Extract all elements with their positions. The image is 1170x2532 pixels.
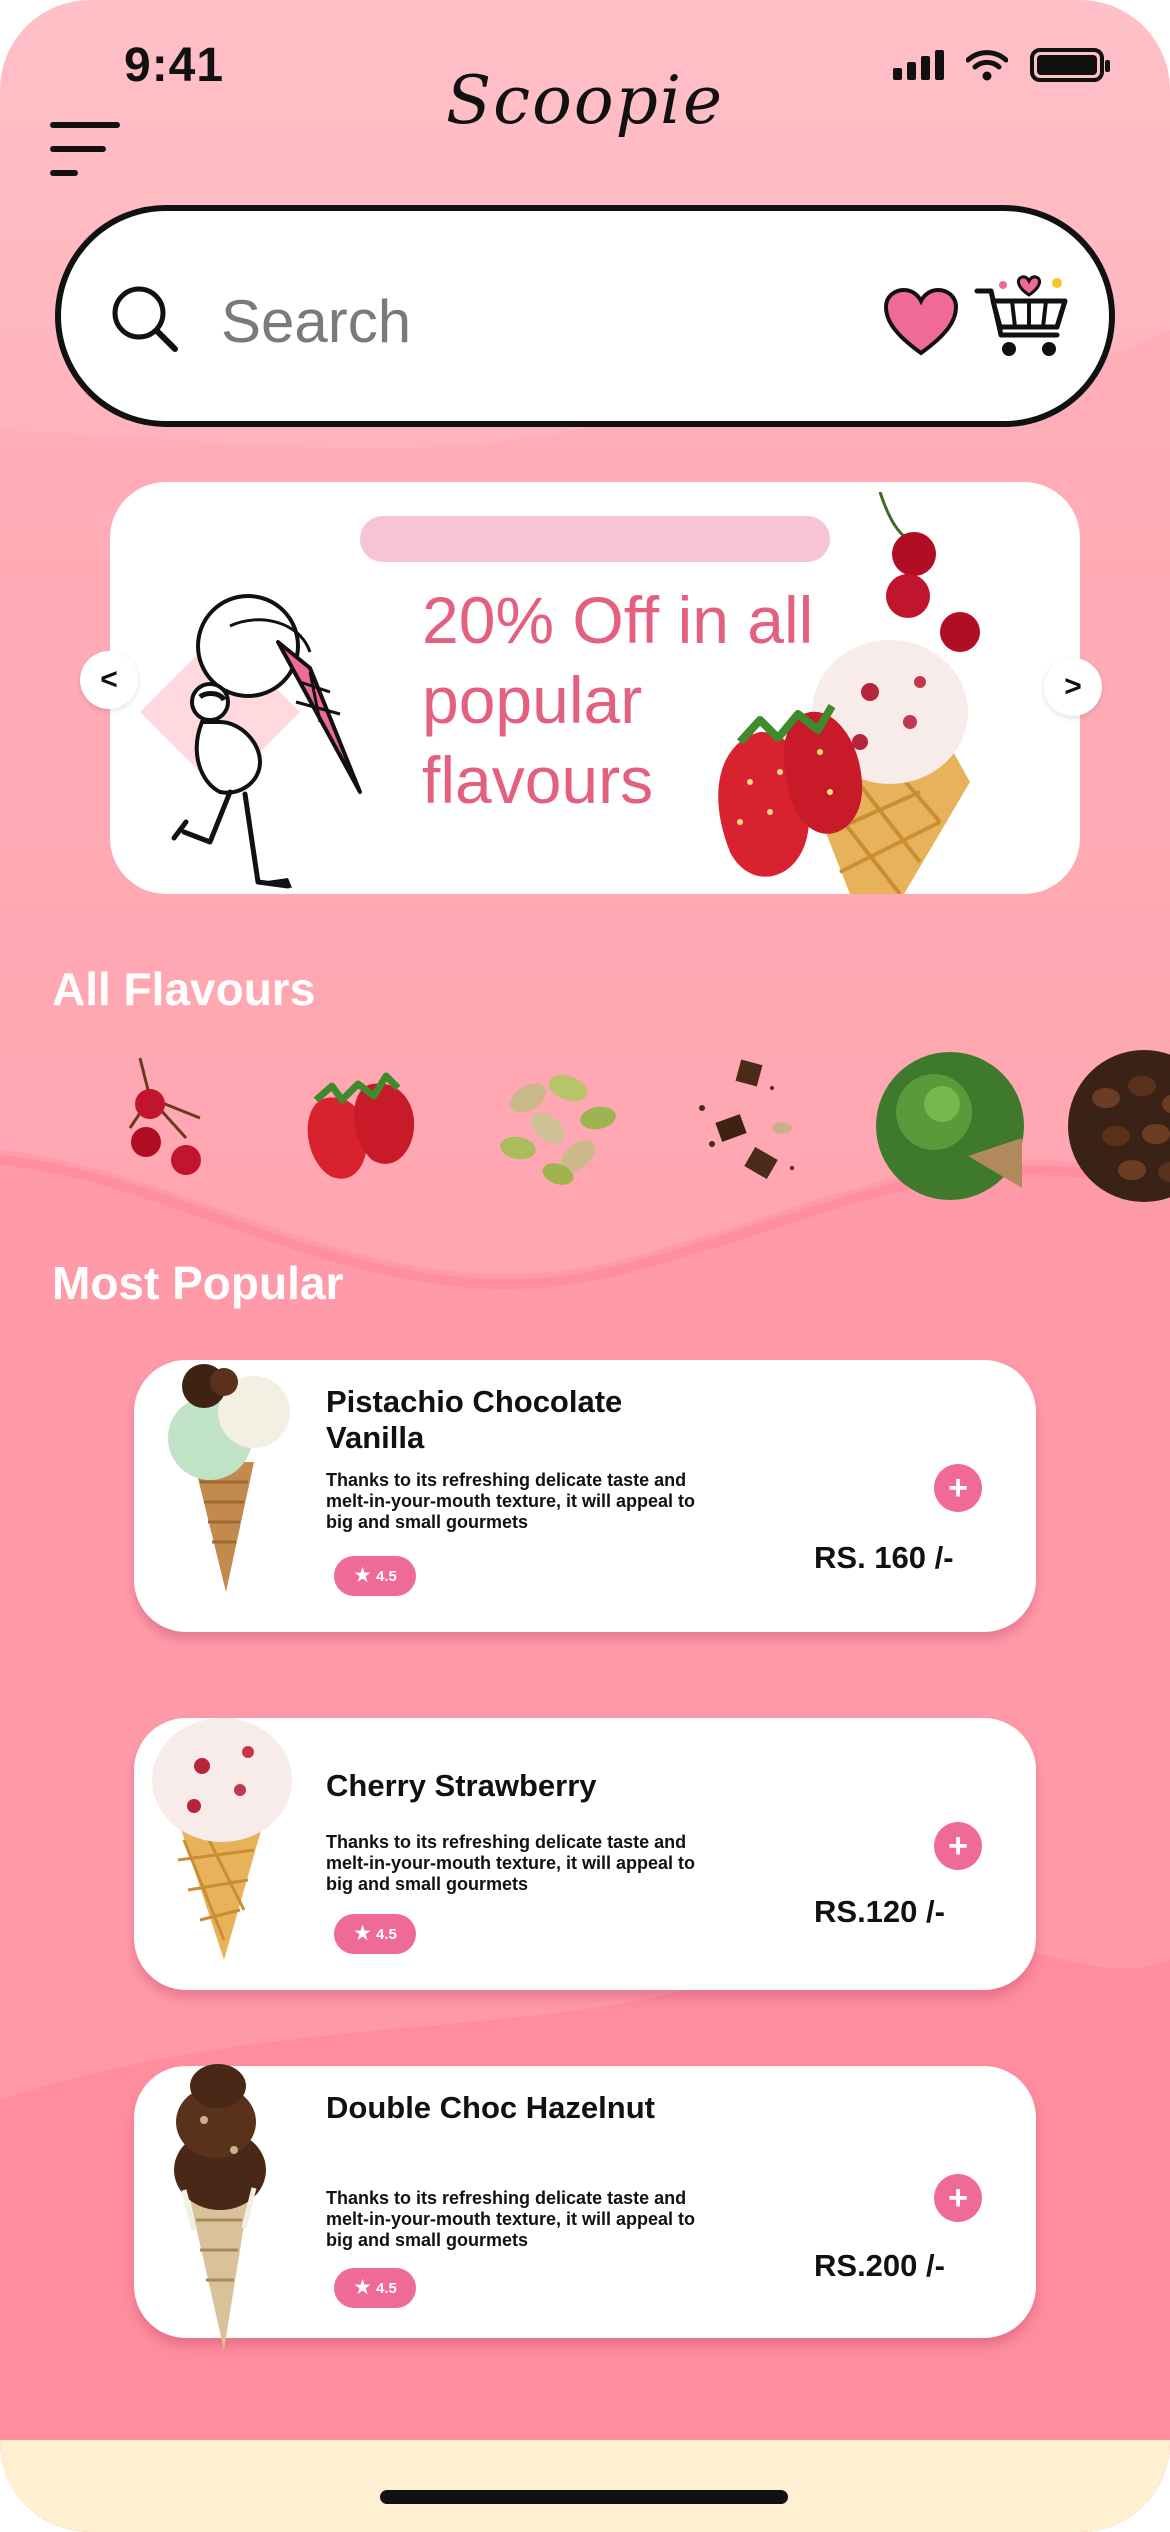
search-icon[interactable] (109, 283, 181, 355)
cart-icon[interactable] (973, 273, 1073, 363)
rating-value: 4.5 (375, 1925, 397, 1943)
flavour-row (0, 1048, 1170, 1208)
app-screen: 9:41 Scoopie Search 20% Off in all popul… (0, 0, 1170, 2532)
rating-value: 4.5 (375, 1567, 397, 1585)
promo-banner[interactable]: 20% Off in all popular flavours (110, 482, 1080, 894)
most-popular-title: Most Popular (52, 1257, 344, 1309)
flavour-matcha[interactable] (872, 1048, 1028, 1204)
product-name: Pistachio Chocolate Vanilla (326, 1384, 623, 1455)
flavour-coffee[interactable] (1066, 1048, 1170, 1204)
flavour-cherry[interactable] (90, 1048, 246, 1204)
flavour-pistachio[interactable] (478, 1048, 634, 1204)
double-choc-cone-image (174, 2064, 266, 2350)
product-price: RS. 160 /- (814, 1540, 954, 1575)
product-name: Double Choc Hazelnut (326, 2090, 655, 2125)
home-indicator[interactable] (380, 2490, 788, 2504)
carousel-prev-button[interactable]: < (80, 651, 138, 709)
star-icon: ★ (353, 1922, 372, 1945)
product-card[interactable]: Pistachio Chocolate Vanilla Thanks to it… (134, 1360, 1036, 1632)
product-description: Thanks to its refreshing delicate taste … (326, 1832, 696, 1894)
rating-badge: ★ 4.5 (334, 1556, 416, 1596)
strawberry-cherry-cone-image (718, 492, 980, 894)
product-price: RS.120 /- (814, 1894, 945, 1929)
rating-badge: ★ 4.5 (334, 1914, 416, 1954)
search-input[interactable] (221, 281, 781, 361)
all-flavours-title: All Flavours (52, 963, 316, 1015)
ice-cream-character-illustration (140, 594, 362, 889)
product-description: Thanks to its refreshing delicate taste … (326, 1470, 696, 1532)
carousel-next-button[interactable]: > (1044, 658, 1102, 716)
heart-icon[interactable] (883, 287, 959, 357)
flavour-strawberry[interactable] (286, 1048, 442, 1204)
star-icon: ★ (353, 2276, 372, 2299)
product-name: Cherry Strawberry (326, 1768, 597, 1803)
search-bar (55, 205, 1115, 427)
product-card[interactable]: Double Choc Hazelnut Thanks to its refre… (134, 2064, 1036, 2350)
bottom-band (0, 2440, 1170, 2532)
product-description: Thanks to its refreshing delicate taste … (326, 2188, 696, 2250)
add-to-cart-button[interactable]: + (934, 2174, 982, 2222)
pistachio-cone-image (168, 1364, 290, 1592)
product-card[interactable]: Cherry Strawberry Thanks to its refreshi… (134, 1718, 1036, 1990)
rating-value: 4.5 (375, 2279, 397, 2297)
add-to-cart-button[interactable]: + (934, 1822, 982, 1870)
product-price: RS.200 /- (814, 2248, 945, 2283)
add-to-cart-button[interactable]: + (934, 1464, 982, 1512)
flavour-chocolate[interactable] (682, 1048, 838, 1204)
rating-badge: ★ 4.5 (334, 2268, 416, 2308)
star-icon: ★ (353, 1564, 372, 1587)
cherry-strawberry-cone-image (152, 1718, 292, 1960)
app-logo: Scoopie (445, 62, 725, 139)
